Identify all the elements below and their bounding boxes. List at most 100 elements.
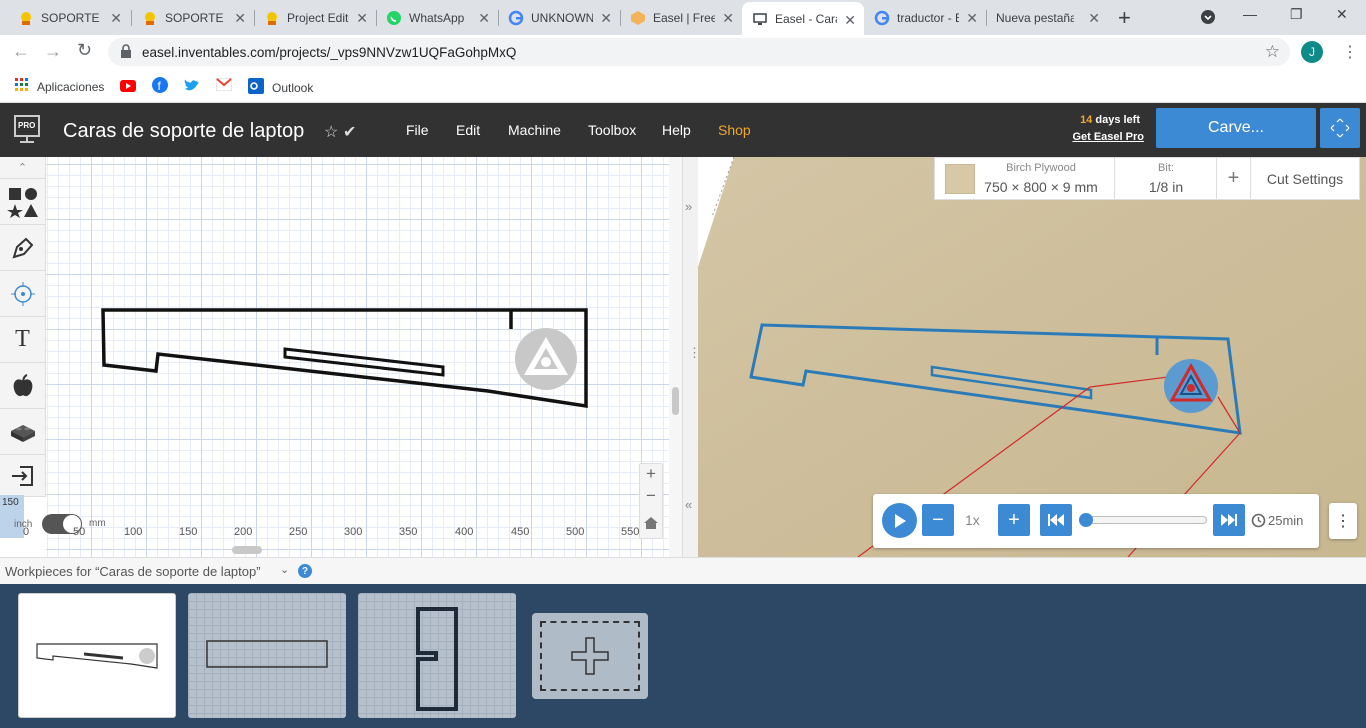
menu-toolbox[interactable]: Toolbox (588, 122, 636, 138)
browser-tab-active[interactable]: Easel - Caras ✕ (742, 2, 864, 35)
expand-arrows-icon (1330, 118, 1350, 138)
cut-settings-button[interactable]: Cut Settings (1251, 158, 1359, 199)
skip-end-button[interactable] (1213, 504, 1245, 536)
add-bit-button[interactable]: + (1217, 158, 1251, 199)
gmail-icon[interactable] (215, 77, 233, 96)
browser-tab[interactable]: WhatsApp ✕ (376, 0, 498, 35)
close-icon[interactable]: ✕ (1088, 10, 1100, 27)
workpiece-thumbnail[interactable] (358, 593, 516, 718)
reload-icon[interactable]: ↻ (77, 40, 92, 61)
design-drawing (101, 308, 588, 409)
close-icon[interactable]: ✕ (844, 12, 856, 29)
minimize-icon[interactable]: — (1243, 6, 1257, 22)
material-selector[interactable]: Birch Plywood 750 × 800 × 9 mm (935, 158, 1115, 199)
ruler-tick: 300 (344, 526, 363, 538)
ruler-x: 0 50 100 150 200 250 300 350 400 450 500… (23, 526, 669, 540)
window-close-icon[interactable]: ✕ (1336, 6, 1348, 23)
menu-machine[interactable]: Machine (508, 122, 561, 138)
play-button[interactable] (882, 503, 917, 538)
expand-left-icon[interactable]: « (685, 497, 692, 512)
browser-tab[interactable]: Project Editor ✕ (254, 0, 376, 35)
icons-tool[interactable] (0, 363, 45, 409)
browser-tab[interactable]: UNKNOWN ✕ (498, 0, 620, 35)
browser-tab[interactable]: Easel | Free ✕ (620, 0, 742, 35)
carve-button[interactable]: Carve... (1156, 108, 1316, 148)
shapes-tool[interactable] (0, 179, 45, 225)
text-tool[interactable]: T (0, 317, 45, 363)
faster-button[interactable]: + (998, 504, 1030, 536)
maximize-icon[interactable]: ❐ (1290, 6, 1303, 23)
back-icon[interactable]: ← (12, 41, 30, 62)
chevron-down-icon[interactable]: ⌄ (280, 563, 289, 576)
point-tool[interactable] (0, 271, 45, 317)
browser-tab[interactable]: SOPORTE DE ✕ (132, 0, 254, 35)
ruler-tick: 200 (234, 526, 253, 538)
arc-reactor-logo (515, 328, 577, 390)
import-tool[interactable] (0, 455, 45, 497)
collapse-toolbar-icon[interactable]: ⌃ (0, 157, 45, 179)
address-bar-row: ← → ↻ easel.inventables.com/projects/_vp… (0, 35, 1366, 69)
material-swatch (945, 164, 975, 194)
progress-knob[interactable] (1079, 513, 1093, 527)
close-icon[interactable]: ✕ (478, 10, 490, 27)
panel-splitter[interactable]: » ⋮ « (682, 157, 701, 557)
expand-right-icon[interactable]: » (685, 199, 692, 214)
forward-icon[interactable]: → (44, 41, 62, 62)
vertical-scrollbar[interactable] (669, 157, 682, 557)
youtube-icon[interactable] (120, 79, 136, 97)
browser-tab[interactable]: Nueva pestaña ✕ (986, 0, 1108, 35)
project-title[interactable]: Caras de soporte de laptop (63, 120, 304, 143)
horizontal-scrollbar-thumb[interactable] (232, 546, 262, 554)
add-workpiece-button[interactable] (532, 613, 648, 699)
more-menu-icon[interactable]: ⋮ (1342, 42, 1358, 62)
star-icon[interactable]: ☆ (1265, 42, 1280, 62)
bookmark-outlook[interactable]: Outlook (248, 78, 313, 97)
close-icon[interactable]: ✕ (966, 10, 978, 27)
browser-tab[interactable]: traductor - B ✕ (864, 0, 986, 35)
home-view-button[interactable] (640, 508, 662, 538)
workpiece-thumbnail[interactable] (188, 593, 346, 718)
skip-forward-icon (1221, 514, 1237, 526)
skip-start-button[interactable] (1040, 504, 1072, 536)
close-icon[interactable]: ✕ (356, 10, 368, 27)
close-icon[interactable]: ✕ (110, 10, 122, 27)
easel-pro-logo[interactable]: PRO (14, 115, 40, 143)
menu-file[interactable]: File (406, 122, 429, 138)
tab-search-icon[interactable] (1200, 9, 1216, 28)
zoom-in-button[interactable]: + (640, 464, 662, 486)
slower-button[interactable]: − (922, 504, 954, 536)
favorite-star-icon[interactable]: ☆ (324, 122, 338, 142)
apps-tool[interactable] (0, 409, 45, 455)
get-easel-pro-link[interactable]: Get Easel Pro (1060, 131, 1144, 143)
bookmark-apps[interactable]: Aplicaciones (15, 78, 104, 95)
progress-slider[interactable] (1085, 516, 1207, 524)
help-icon[interactable]: ? (298, 564, 312, 578)
facebook-icon[interactable]: f (152, 77, 168, 98)
design-canvas[interactable]: 150 inch mm 0 50 100 150 200 250 300 350… (0, 157, 669, 557)
ruler-tick: 400 (455, 526, 474, 538)
close-icon[interactable]: ✕ (234, 10, 246, 27)
menu-edit[interactable]: Edit (456, 122, 480, 138)
url-text[interactable]: easel.inventables.com/projects/_vps9NNVz… (142, 45, 516, 60)
omnibox[interactable]: easel.inventables.com/projects/_vps9NNVz… (108, 38, 1290, 66)
pen-tool[interactable] (0, 225, 45, 271)
zoom-out-button[interactable]: − (640, 486, 662, 508)
menu-help[interactable]: Help (662, 122, 691, 138)
workpiece-thumbnail[interactable] (18, 593, 176, 718)
close-icon[interactable]: ✕ (600, 10, 612, 27)
new-tab-button[interactable]: + (1118, 5, 1131, 31)
outlook-icon (248, 78, 264, 97)
browser-tab-bar: SOPORTE DE ✕ SOPORTE DE ✕ Project Editor… (0, 0, 1366, 35)
bit-selector[interactable]: Bit: 1/8 in (1115, 158, 1217, 199)
tab-title: Easel | Free (653, 10, 715, 25)
workpieces-bar: Workpieces for “Caras de soporte de lapt… (0, 557, 1366, 584)
avatar[interactable]: J (1301, 41, 1323, 63)
preview-options-icon[interactable]: ⋮ (1329, 503, 1357, 539)
twitter-icon[interactable] (184, 78, 200, 97)
fullscreen-toggle-button[interactable] (1320, 108, 1360, 148)
browser-tab[interactable]: SOPORTE DE ✕ (8, 0, 130, 35)
menu-shop[interactable]: Shop (718, 122, 751, 138)
app-header: PRO Caras de soporte de laptop ☆ ✔ File … (0, 103, 1366, 157)
close-icon[interactable]: ✕ (722, 10, 734, 27)
tab-title: traductor - B (897, 10, 959, 25)
